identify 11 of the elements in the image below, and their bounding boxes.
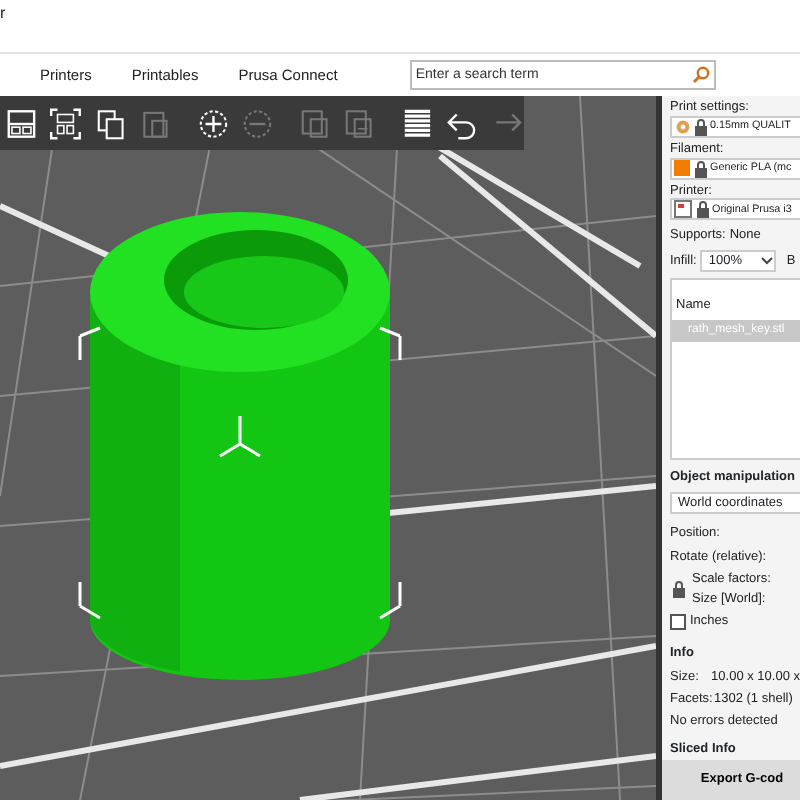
printer-icon	[674, 200, 692, 219]
lock-icon	[692, 117, 708, 136]
search-icon	[691, 66, 710, 84]
color-swatch-icon	[674, 160, 690, 177]
caret-icon	[760, 256, 775, 267]
cylinder-model[interactable]	[90, 212, 390, 680]
lock-icon	[694, 200, 710, 219]
lock-icon	[692, 159, 708, 178]
window-title: r	[0, 4, 6, 22]
lock-icon	[670, 580, 688, 598]
checkbox[interactable]	[670, 614, 686, 631]
